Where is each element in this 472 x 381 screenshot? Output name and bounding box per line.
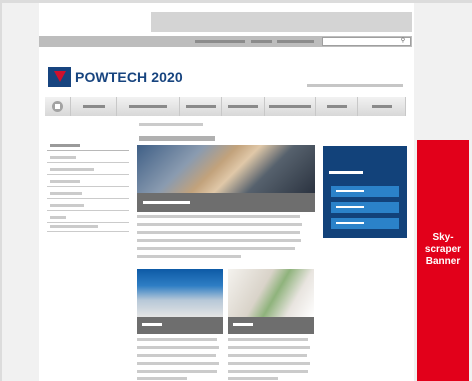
teaser-image-lab[interactable] xyxy=(228,269,314,317)
home-icon xyxy=(55,104,60,109)
quick-link-button[interactable] xyxy=(331,186,399,197)
sidebar-link[interactable] xyxy=(50,204,84,207)
sidebar-divider xyxy=(47,231,129,232)
hero-image[interactable] xyxy=(137,145,315,193)
nav-item[interactable] xyxy=(222,97,265,116)
nav-item[interactable] xyxy=(117,97,180,116)
sidebar-heading xyxy=(50,144,80,147)
teaser-caption-text xyxy=(233,323,253,326)
sidebar-divider xyxy=(47,150,129,151)
frame-left-border xyxy=(0,0,2,381)
breadcrumb xyxy=(139,123,203,126)
body-text-line xyxy=(137,239,301,242)
teaser-text-line xyxy=(137,354,216,357)
teaser-text-line xyxy=(228,370,308,373)
sidebar-link[interactable] xyxy=(50,216,66,219)
nav-item[interactable] xyxy=(316,97,358,116)
teaser-image-exhibition[interactable] xyxy=(137,269,223,317)
ad-label-line: scraper xyxy=(424,244,462,255)
sidebar-divider xyxy=(47,186,129,187)
sidebar-link[interactable] xyxy=(50,168,94,171)
teaser-text-line xyxy=(228,354,307,357)
body-text-line xyxy=(137,255,241,258)
quick-link-button[interactable] xyxy=(331,202,399,213)
teaser-text-line xyxy=(137,338,217,341)
sidebar-divider xyxy=(47,210,129,211)
utility-link[interactable] xyxy=(251,40,272,43)
teaser-caption-text xyxy=(142,323,162,326)
body-text-line xyxy=(137,231,300,234)
sidebar-link[interactable] xyxy=(50,192,82,195)
nav-item[interactable] xyxy=(265,97,316,116)
logo-text[interactable]: POWTECH 2020 xyxy=(75,69,183,85)
teaser-text-line xyxy=(137,370,217,373)
body-text-line xyxy=(137,215,300,218)
sidebar-divider xyxy=(47,198,129,199)
ad-label-line: Sky- xyxy=(432,232,454,243)
teaser-text-line xyxy=(228,346,310,349)
search-icon[interactable]: ⚲ xyxy=(398,37,408,46)
nav-item[interactable] xyxy=(180,97,222,116)
teaser-text-line xyxy=(228,377,278,380)
body-text-line xyxy=(137,247,295,250)
body-text-line xyxy=(137,223,302,226)
nav-item[interactable] xyxy=(71,97,117,116)
utility-link[interactable] xyxy=(195,40,245,43)
quick-link-button[interactable] xyxy=(331,218,399,229)
header-tagline-placeholder xyxy=(307,84,403,87)
sidebar-link[interactable] xyxy=(50,180,80,183)
skyscraper-banner-label: Sky- scraper Banner xyxy=(417,232,469,268)
nav-item[interactable] xyxy=(358,97,406,116)
sidebar-link[interactable] xyxy=(50,156,76,159)
teaser-text-line xyxy=(228,362,310,365)
ad-label-line: Banner xyxy=(425,256,461,267)
utility-link[interactable] xyxy=(277,40,314,43)
sidebar-divider xyxy=(47,222,129,223)
top-banner-placeholder xyxy=(151,12,412,32)
teaser-text-line xyxy=(137,362,219,365)
teaser-text-line xyxy=(228,338,308,341)
quick-links-heading xyxy=(329,171,363,174)
logo-mark[interactable] xyxy=(48,67,71,87)
teaser-text-line xyxy=(137,377,187,380)
sidebar-divider xyxy=(47,174,129,175)
hero-caption-text xyxy=(143,201,190,204)
sidebar-divider xyxy=(47,162,129,163)
page-title xyxy=(139,136,215,141)
sidebar-link[interactable] xyxy=(50,225,98,228)
teaser-text-line xyxy=(137,346,219,349)
